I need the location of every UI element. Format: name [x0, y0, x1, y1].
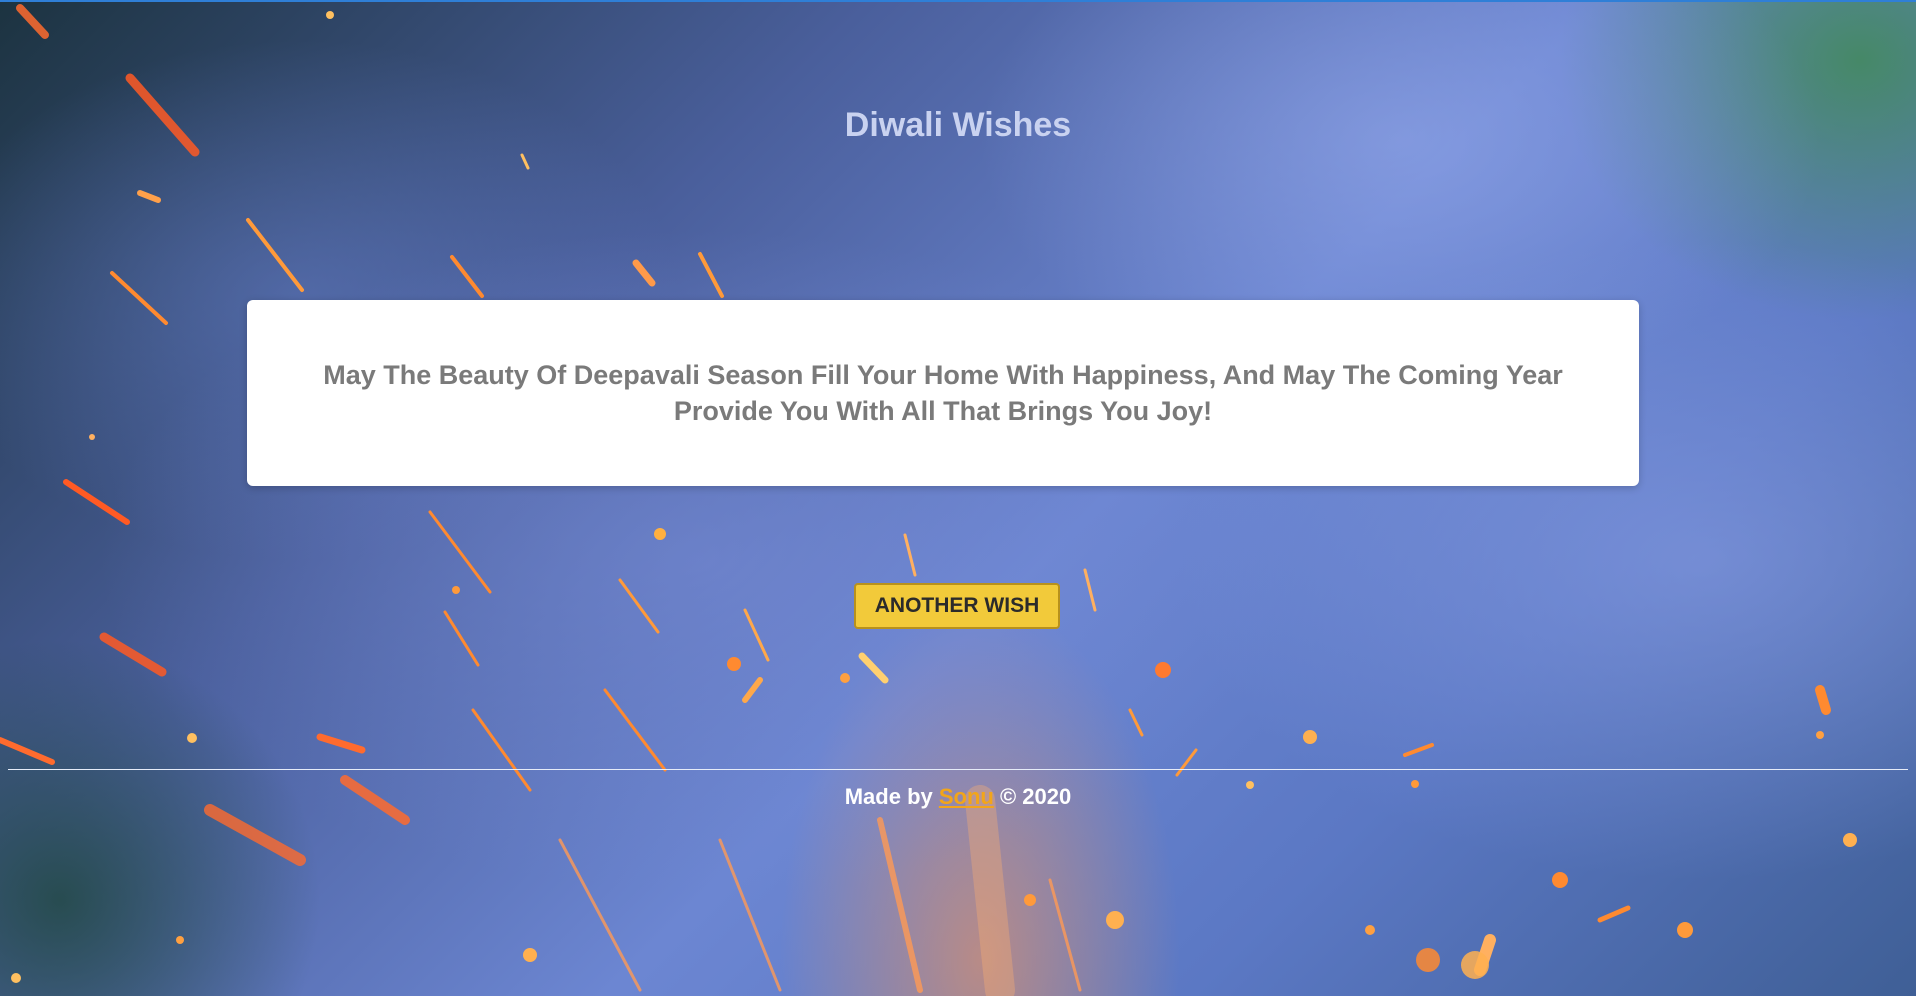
background-image	[0, 4, 1857, 996]
author-link[interactable]: Sonu	[939, 784, 994, 809]
page-title: Diwali Wishes	[844, 106, 1072, 144]
footer-copyright: © 2020	[993, 784, 1072, 809]
footer: Made by Sonu © 2020	[0, 784, 1916, 810]
wish-card: May The Beauty Of Deepavali Season Fill …	[247, 300, 1639, 486]
footer-prefix: Made by	[844, 784, 939, 809]
footer-divider	[8, 769, 1908, 770]
wish-text: May The Beauty Of Deepavali Season Fill …	[323, 360, 1563, 426]
another-wish-button[interactable]: ANOTHER WISH	[854, 583, 1060, 629]
